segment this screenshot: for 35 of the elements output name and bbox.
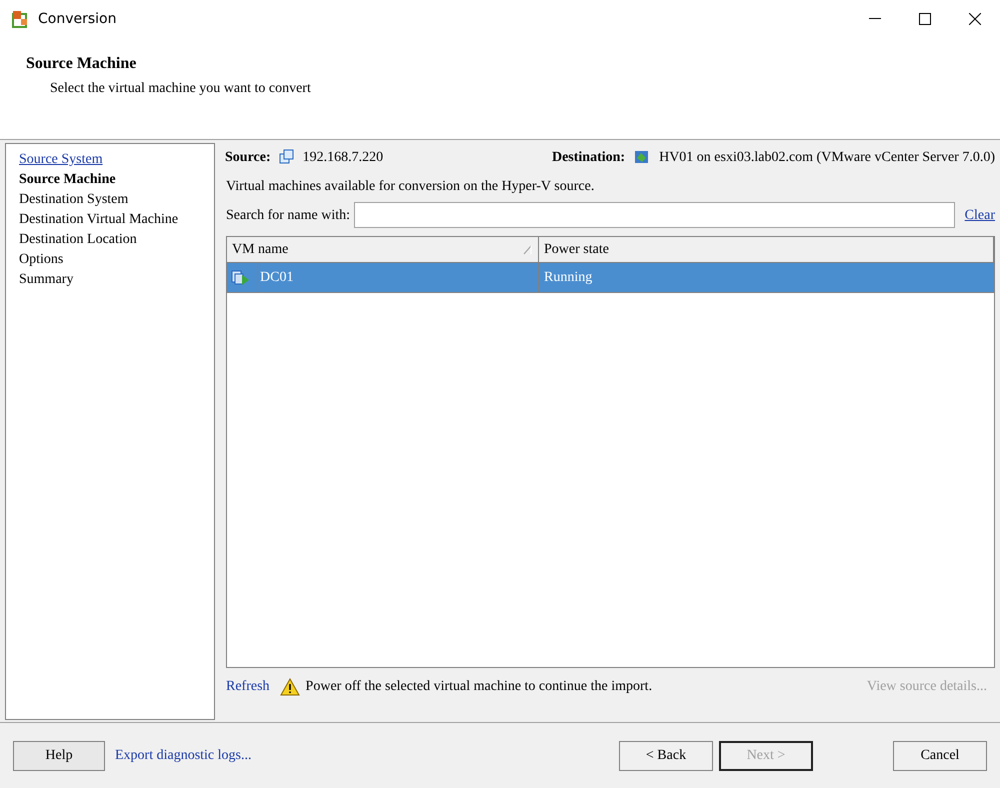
step-item: Options <box>19 251 64 269</box>
maximize-icon <box>919 13 931 25</box>
refresh-link[interactable]: Refresh <box>226 676 270 697</box>
minimize-icon <box>869 18 881 20</box>
table-cell-text: Running <box>543 269 594 287</box>
step-item: Summary <box>19 271 74 289</box>
table-cell: DC01 <box>257 263 294 292</box>
help-button[interactable]: Help <box>13 740 105 770</box>
search-field[interactable] <box>354 202 955 228</box>
warning-icon <box>280 678 300 696</box>
search-label: Search for name with: <box>226 206 350 224</box>
export-logs-link[interactable]: Export diagnostic logs... <box>115 745 252 766</box>
wizard-button[interactable]: < Back <box>619 740 713 770</box>
page-title: Source Machine <box>26 54 138 74</box>
running-vm-icon <box>231 268 251 286</box>
wizard-button[interactable]: Cancel <box>893 740 987 770</box>
step-item[interactable]: Source System <box>19 150 214 170</box>
step-item: Destination System <box>19 191 130 209</box>
column-header[interactable]: Power state <box>539 237 994 262</box>
warning-message: Power off the selected virtual machine to continue the import. <box>306 678 652 696</box>
app-logo-icon <box>12 10 30 28</box>
window-title: Conversion <box>38 10 116 28</box>
destination-value: HV01 on esxi03.lab02.com (VMware vCenter Server 7.0.0) <box>659 148 995 166</box>
step-item: Source Machine <box>19 171 117 189</box>
step-item: Destination Location <box>19 231 138 249</box>
close-icon <box>969 13 981 25</box>
source-label: Source: <box>225 148 271 166</box>
column-header[interactable]: VM name <box>227 237 539 262</box>
source-value: 192.168.7.220 <box>302 148 384 166</box>
clear-link[interactable]: Clear <box>964 204 995 226</box>
page-subtitle: Select the virtual machine you want to convert <box>50 80 312 98</box>
destination-label: Destination: <box>552 148 626 166</box>
server-icon <box>278 149 295 165</box>
description-text: Virtual machines available for conversion on the Hyper-V source. <box>226 178 596 196</box>
step-item: Destination Virtual Machine <box>19 211 180 229</box>
